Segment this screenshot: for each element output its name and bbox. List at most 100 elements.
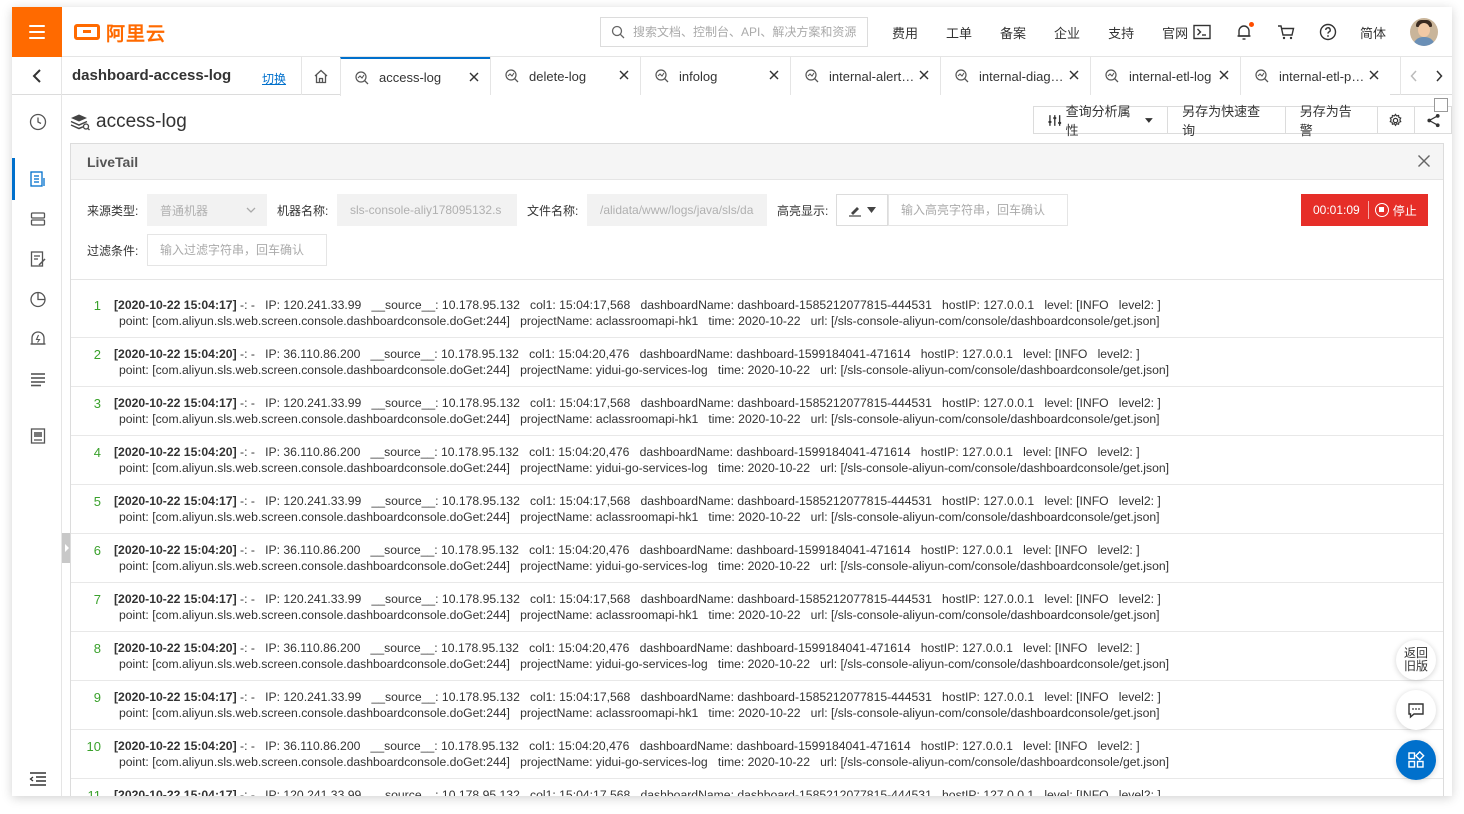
close-icon[interactable] (1368, 69, 1380, 81)
tab-internal-diag[interactable]: internal-diag… (940, 57, 1090, 95)
tab-internal-etl-pr[interactable]: internal-etl-pr… (1240, 57, 1390, 95)
close-icon[interactable] (1417, 154, 1431, 168)
list-icon[interactable] (29, 370, 47, 388)
logstore-icon[interactable] (29, 170, 47, 188)
search-icon (611, 25, 625, 39)
switch-project-link[interactable]: 切换 (262, 70, 286, 87)
save-alert-button[interactable]: 另存为告警 (1285, 104, 1378, 138)
stop-button[interactable]: 00:01:09 停止 (1301, 194, 1428, 226)
log-line-second: point: [com.aliyun.sls.web.screen.consol… (119, 608, 1160, 622)
query-properties-label: 查询分析属性 (1065, 104, 1131, 138)
corner-checkbox[interactable] (1434, 98, 1448, 112)
tab-internal-etl-log[interactable]: internal-etl-log (1090, 57, 1240, 95)
back-old-label: 返回旧版 (1403, 646, 1428, 673)
menu-button[interactable] (12, 7, 62, 57)
share-icon (1426, 113, 1440, 127)
pie-chart-icon[interactable] (29, 290, 47, 308)
log-row[interactable]: 6 [2020-10-22 15:04:20] -: - IP: 36.110.8… (71, 534, 1443, 583)
tab-label: internal-alert-… (829, 68, 917, 84)
logo-mark-icon (74, 24, 100, 40)
log-row[interactable]: 4 [2020-10-22 15:04:20] -: - IP: 36.110.8… (71, 436, 1443, 485)
close-icon[interactable] (768, 69, 780, 81)
close-icon[interactable] (468, 71, 480, 83)
log-row[interactable]: 9 [2020-10-22 15:04:17] -: - IP: 120.241.… (71, 681, 1443, 730)
tab-infolog[interactable]: infolog (640, 57, 790, 95)
log-row[interactable]: 7 [2020-10-22 15:04:17] -: - IP: 120.241.… (71, 583, 1443, 632)
log-fields: -: - IP: 36.110.86.200 __source__: 10.17… (236, 445, 1140, 459)
terminal-icon[interactable] (1192, 22, 1212, 42)
tab-delete-log[interactable]: delete-log (490, 57, 640, 95)
help-icon[interactable] (1318, 22, 1338, 42)
clock-icon[interactable] (29, 113, 47, 131)
save-quick-query-label: 另存为快速查询 (1182, 104, 1261, 138)
nav-official-site[interactable]: 官网 (1162, 23, 1188, 42)
chevron-left-icon[interactable] (1410, 70, 1418, 82)
save-quick-query-button[interactable]: 另存为快速查询 (1168, 104, 1286, 138)
chevron-right-icon[interactable] (1435, 70, 1443, 82)
logo-text: 阿里云 (106, 23, 167, 45)
side-active-indicator (12, 158, 15, 200)
home-icon (314, 69, 328, 83)
nav-icp[interactable]: 备案 (1000, 23, 1026, 42)
log-timestamp: [2020-10-22 15:04:20] (114, 445, 237, 459)
log-fields: -: - IP: 120.241.33.99 __source__: 10.17… (236, 690, 1161, 704)
query-properties-button[interactable]: 查询分析属性 (1033, 104, 1169, 138)
global-search[interactable] (600, 17, 868, 47)
database-icon[interactable] (29, 210, 47, 228)
log-line-second: point: [com.aliyun.sls.web.screen.consol… (119, 706, 1160, 720)
nav-tickets[interactable]: 工单 (946, 23, 972, 42)
filter-input[interactable] (160, 243, 326, 257)
log-row[interactable]: 5 [2020-10-22 15:04:17] -: - IP: 120.241.… (71, 485, 1443, 534)
alert-bell-icon[interactable] (29, 330, 47, 348)
log-line-first: [2020-10-22 15:04:17] -: - IP: 120.241.3… (114, 592, 1161, 606)
collapse-menu-icon[interactable] (29, 771, 47, 787)
log-fields: -: - IP: 120.241.33.99 __source__: 10.17… (236, 396, 1161, 410)
back-to-old-version-button[interactable]: 返回旧版 (1396, 640, 1436, 680)
highlight-field[interactable] (888, 194, 1068, 226)
nav-billing[interactable]: 费用 (892, 23, 918, 42)
log-row[interactable]: 11 [2020-10-22 15:04:17] -: - IP: 120.241… (71, 779, 1443, 796)
tab-scroll-nav (1400, 57, 1452, 95)
stop-control: 停止 (1369, 202, 1417, 219)
file-name-field (587, 194, 767, 226)
report-icon[interactable] (29, 427, 47, 445)
log-line-second: point: [com.aliyun.sls.web.screen.consol… (119, 412, 1160, 426)
close-icon[interactable] (918, 69, 930, 81)
log-row[interactable]: 2 [2020-10-22 15:04:20] -: - IP: 36.110.8… (71, 338, 1443, 387)
apps-button[interactable] (1396, 740, 1436, 780)
highlight-input[interactable] (901, 203, 1067, 217)
tab-internal-alert[interactable]: internal-alert-… (790, 57, 940, 95)
log-fields: -: - IP: 120.241.33.99 __source__: 10.17… (236, 494, 1161, 508)
close-icon[interactable] (618, 69, 630, 81)
log-line-number: 4 (93, 445, 101, 460)
filter-field[interactable] (147, 234, 327, 266)
log-line-second: point: [com.aliyun.sls.web.screen.consol… (119, 657, 1170, 671)
source-type-value: 普通机器 (160, 203, 209, 218)
bell-icon[interactable] (1234, 22, 1254, 42)
tab-access-log[interactable]: access-log (340, 57, 490, 96)
search-input[interactable] (633, 25, 863, 39)
cart-icon[interactable] (1276, 22, 1296, 42)
close-icon[interactable] (1068, 69, 1080, 81)
log-row[interactable]: 3 [2020-10-22 15:04:17] -: - IP: 120.241.… (71, 387, 1443, 436)
log-row[interactable]: 10 [2020-10-22 15:04:20] -: - IP: 36.110.… (71, 730, 1443, 779)
avatar[interactable] (1410, 18, 1439, 46)
log-row[interactable]: 8 [2020-10-22 15:04:20] -: - IP: 36.110.8… (71, 632, 1443, 681)
language-switch[interactable]: 简体 (1360, 23, 1386, 42)
nav-enterprise[interactable]: 企业 (1054, 23, 1080, 42)
aliyun-logo[interactable]: 阿里云 (74, 20, 167, 45)
livetail-title: LiveTail (87, 154, 139, 170)
log-row[interactable]: 1 [2020-10-22 15:04:17] -: - IP: 120.241.… (71, 289, 1443, 338)
log-line-first: [2020-10-22 15:04:17] -: - IP: 120.241.3… (114, 298, 1161, 312)
logstore-search-icon (1255, 69, 1269, 83)
edit-document-icon[interactable] (29, 250, 47, 268)
settings-button[interactable] (1377, 106, 1415, 134)
feedback-button[interactable] (1396, 690, 1436, 730)
close-icon[interactable] (1218, 69, 1230, 81)
apps-grid-icon (1408, 751, 1425, 768)
log-line-second: point: [com.aliyun.sls.web.screen.consol… (119, 461, 1170, 475)
home-tab[interactable] (301, 57, 340, 95)
back-button[interactable] (12, 57, 62, 95)
highlight-color-picker[interactable] (836, 194, 888, 226)
nav-support[interactable]: 支持 (1108, 23, 1134, 42)
